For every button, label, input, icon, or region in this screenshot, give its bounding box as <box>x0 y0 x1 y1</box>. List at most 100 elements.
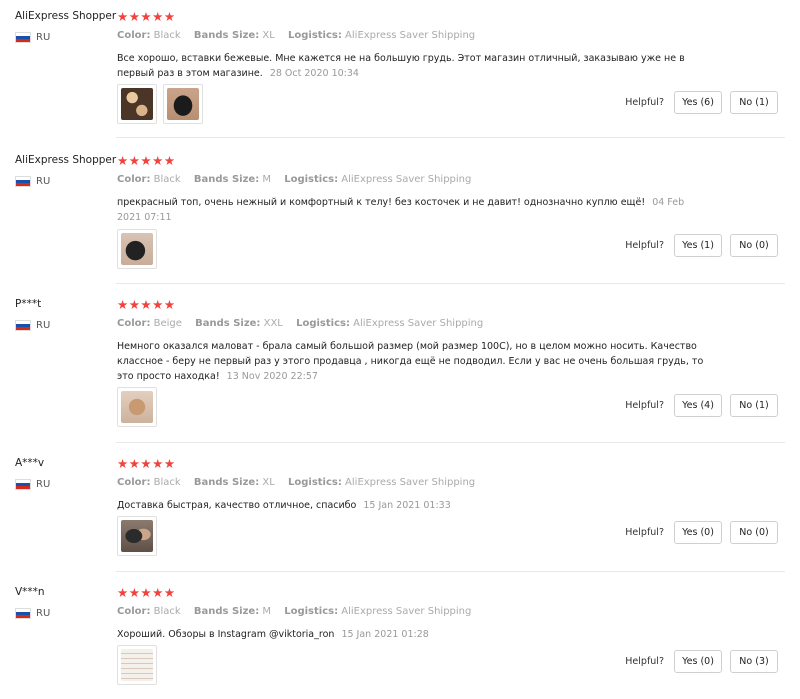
reviewer-name: A***v <box>15 457 45 469</box>
review-item: P***t RU ★★★★★ Color: Beige Bands Size: … <box>0 298 785 443</box>
helpful-no-button[interactable]: No (0) <box>730 234 778 257</box>
bands-size-label: Bands Size: <box>193 606 260 617</box>
review-body: Хороший. Обзоры в Instagram @viktoria_ro… <box>117 629 335 640</box>
product-attributes: Color: Black Bands Size: XL Logistics: A… <box>117 30 485 41</box>
logistics-value: AliExpress Saver Shipping <box>341 174 472 185</box>
bands-size-label: Bands Size: <box>193 477 260 488</box>
country-code: RU <box>36 32 51 43</box>
helpful-no-button[interactable]: No (1) <box>730 91 778 114</box>
color-label: Color: <box>117 174 151 185</box>
bands-size-value: XL <box>262 30 275 41</box>
review-item: A***v RU ★★★★★ Color: Black Bands Size: … <box>0 457 785 572</box>
helpful-label: Helpful? <box>625 527 664 538</box>
review-body: Все хорошо, вставки бежевые. Мне кажется… <box>117 53 685 79</box>
helpful-no-button[interactable]: No (1) <box>730 394 778 417</box>
helpful-vote: Helpful? Yes (1) No (0) <box>625 234 778 257</box>
star-rating: ★★★★★ <box>117 9 176 24</box>
review-item: AliExpress Shopper RU ★★★★★ Color: Black… <box>0 10 785 138</box>
country-code: RU <box>36 479 51 490</box>
bands-size-label: Bands Size: <box>193 30 260 41</box>
star-rating: ★★★★★ <box>117 153 176 168</box>
star-rating: ★★★★★ <box>117 297 176 312</box>
review-text: прекрасный топ, очень нежный и комфортны… <box>117 195 707 225</box>
helpful-no-button[interactable]: No (3) <box>730 650 778 673</box>
russia-flag-icon <box>15 608 31 619</box>
helpful-vote: Helpful? Yes (4) No (1) <box>625 394 778 417</box>
review-photo[interactable] <box>117 229 157 269</box>
review-body: Немного оказался маловат - брала самый б… <box>117 341 704 382</box>
review-photos <box>117 84 203 124</box>
helpful-yes-button[interactable]: Yes (1) <box>674 234 722 257</box>
color-label: Color: <box>117 318 151 329</box>
color-value: Black <box>153 477 181 488</box>
reviewer-country: RU <box>15 176 50 187</box>
review-date: 15 Jan 2021 01:33 <box>363 500 451 511</box>
review-date: 28 Oct 2020 10:34 <box>269 68 359 79</box>
review-photo[interactable] <box>117 516 157 556</box>
helpful-no-button[interactable]: No (0) <box>730 521 778 544</box>
reviewer-name: P***t <box>15 298 42 310</box>
logistics-value: AliExpress Saver Shipping <box>353 318 484 329</box>
logistics-label: Logistics: <box>284 174 339 185</box>
star-rating: ★★★★★ <box>117 585 176 600</box>
review-photos <box>117 229 157 269</box>
review-body: Доставка быстрая, качество отличное, спа… <box>117 500 357 511</box>
review-text: Доставка быстрая, качество отличное, спа… <box>117 498 707 513</box>
review-photos <box>117 516 157 556</box>
color-value: Black <box>153 174 181 185</box>
review-text: Немного оказался маловат - брала самый б… <box>117 339 707 384</box>
color-label: Color: <box>117 606 151 617</box>
review-photo[interactable] <box>117 84 157 124</box>
logistics-label: Logistics: <box>287 477 342 488</box>
reviewer-name: AliExpress Shopper <box>15 154 117 166</box>
russia-flag-icon <box>15 176 31 187</box>
country-code: RU <box>36 608 51 619</box>
bands-size-label: Bands Size: <box>193 174 260 185</box>
review-photo[interactable] <box>117 387 157 427</box>
product-attributes: Color: Black Bands Size: XL Logistics: A… <box>117 477 485 488</box>
logistics-value: AliExpress Saver Shipping <box>345 30 476 41</box>
review-text: Хороший. Обзоры в Instagram @viktoria_ro… <box>117 627 707 642</box>
helpful-vote: Helpful? Yes (6) No (1) <box>625 91 778 114</box>
helpful-label: Helpful? <box>625 400 664 411</box>
russia-flag-icon <box>15 479 31 490</box>
bands-size-value: XXL <box>263 318 283 329</box>
reviewer-name: V***n <box>15 586 45 598</box>
star-rating: ★★★★★ <box>117 456 176 471</box>
review-text: Все хорошо, вставки бежевые. Мне кажется… <box>117 51 707 81</box>
bands-size-label: Bands Size: <box>195 318 261 329</box>
country-code: RU <box>36 176 51 187</box>
bands-size-value: XL <box>262 477 275 488</box>
russia-flag-icon <box>15 320 31 331</box>
divider <box>116 442 785 443</box>
logistics-label: Logistics: <box>284 606 339 617</box>
reviewer-country: RU <box>15 608 50 619</box>
helpful-yes-button[interactable]: Yes (0) <box>674 650 722 673</box>
helpful-vote: Helpful? Yes (0) No (3) <box>625 650 778 673</box>
review-body: прекрасный топ, очень нежный и комфортны… <box>117 197 646 208</box>
color-label: Color: <box>117 30 151 41</box>
helpful-vote: Helpful? Yes (0) No (0) <box>625 521 778 544</box>
color-label: Color: <box>117 477 151 488</box>
review-date: 13 Nov 2020 22:57 <box>226 371 318 382</box>
helpful-yes-button[interactable]: Yes (4) <box>674 394 722 417</box>
reviewer-country: RU <box>15 479 50 490</box>
logistics-label: Logistics: <box>287 30 342 41</box>
helpful-label: Helpful? <box>625 240 664 251</box>
divider <box>116 571 785 572</box>
russia-flag-icon <box>15 32 31 43</box>
reviewer-name: AliExpress Shopper <box>15 10 117 22</box>
color-value: Black <box>153 30 181 41</box>
helpful-yes-button[interactable]: Yes (6) <box>674 91 722 114</box>
helpful-yes-button[interactable]: Yes (0) <box>674 521 722 544</box>
review-date: 15 Jan 2021 01:28 <box>341 629 429 640</box>
logistics-value: AliExpress Saver Shipping <box>345 477 476 488</box>
review-photo[interactable] <box>117 645 157 685</box>
review-photos <box>117 387 157 427</box>
product-attributes: Color: Black Bands Size: M Logistics: Al… <box>117 174 481 185</box>
review-photo[interactable] <box>163 84 203 124</box>
helpful-label: Helpful? <box>625 656 664 667</box>
product-attributes: Color: Beige Bands Size: XXL Logistics: … <box>117 318 493 329</box>
color-value: Beige <box>153 318 182 329</box>
country-code: RU <box>36 320 51 331</box>
